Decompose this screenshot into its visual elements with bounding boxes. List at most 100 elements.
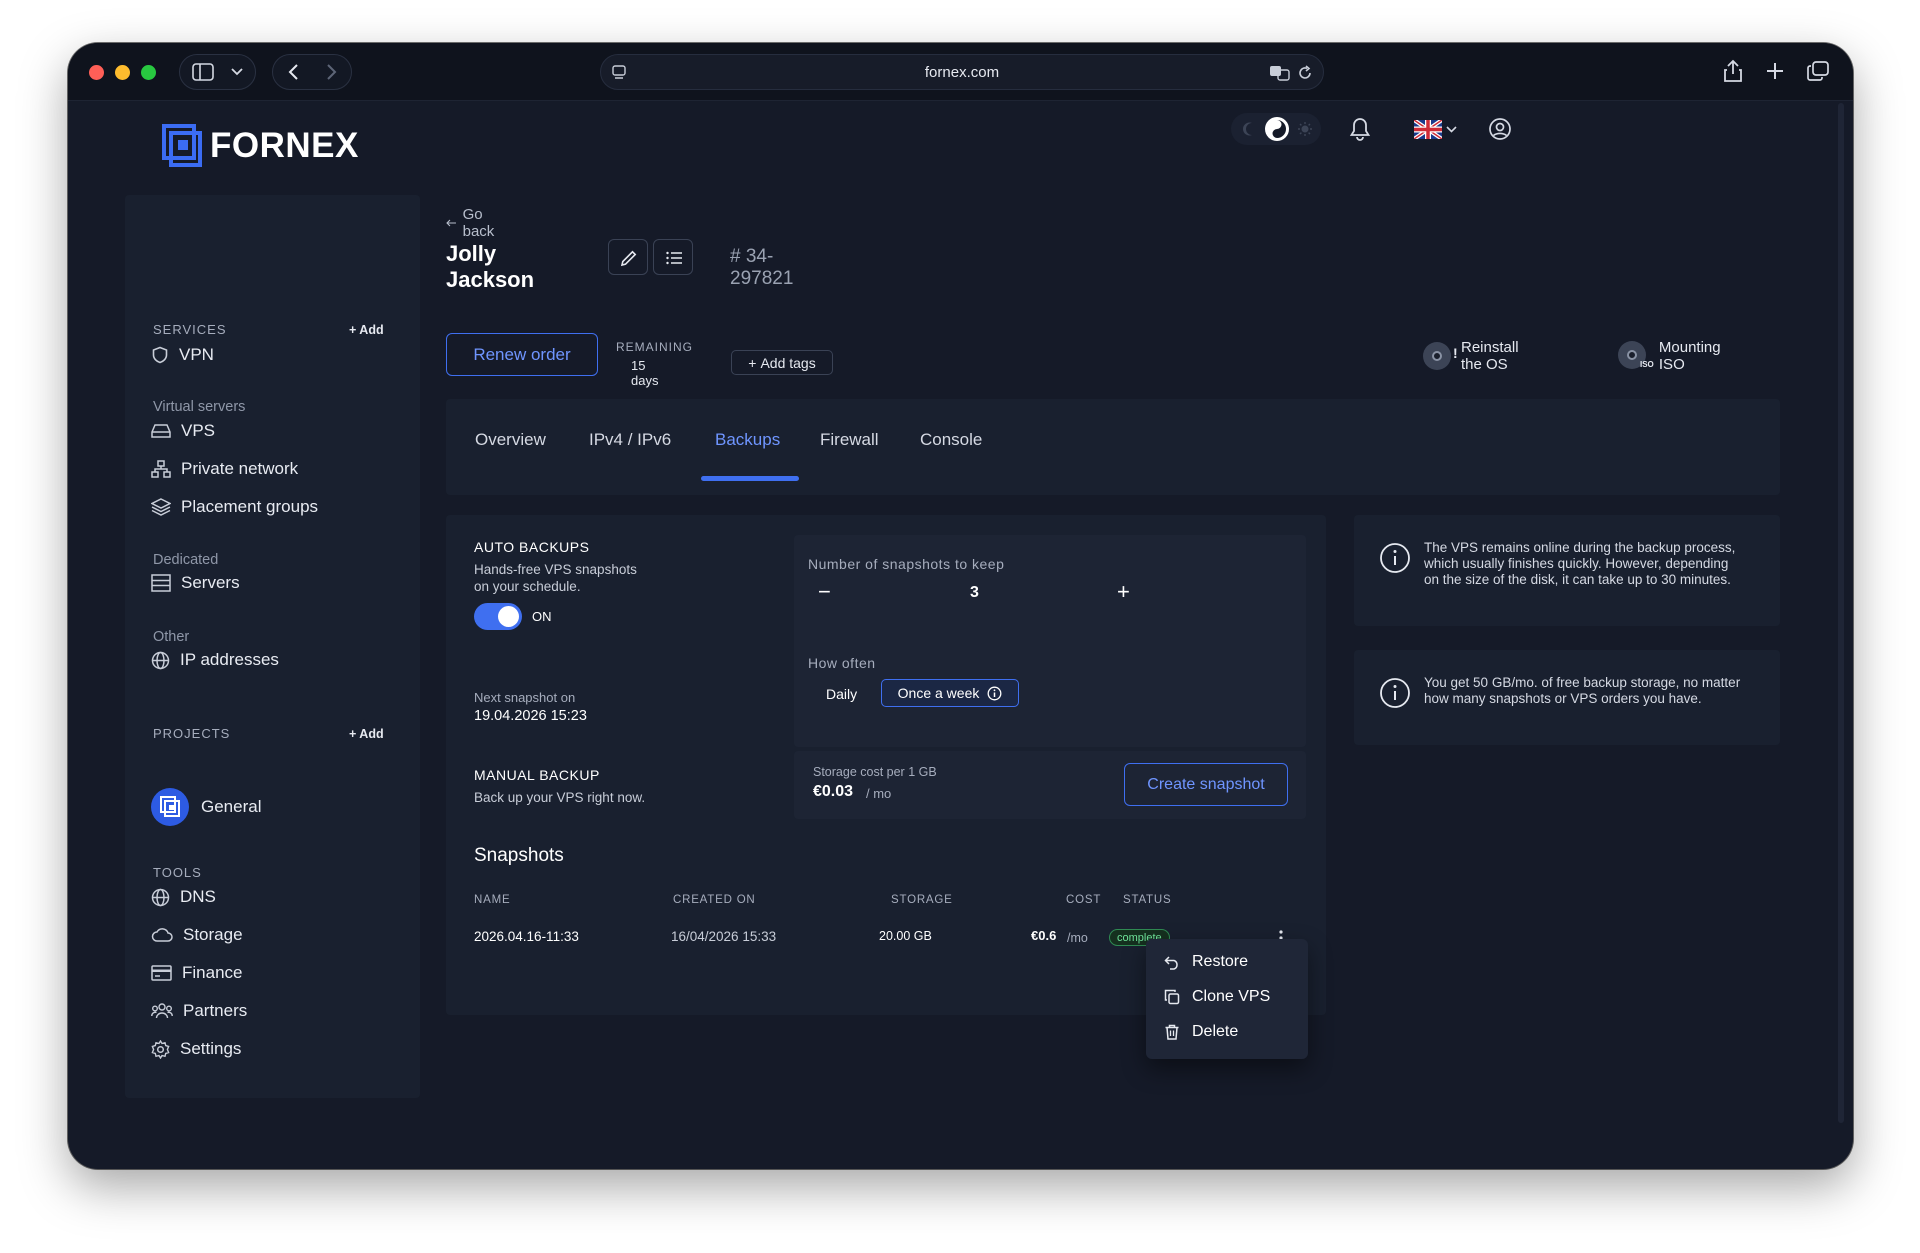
- user-account-icon[interactable]: [1488, 117, 1512, 141]
- menu-item-clone-vps[interactable]: Clone VPS: [1164, 988, 1270, 1006]
- snapshot-cost: €0.6: [1031, 928, 1057, 943]
- info-icon[interactable]: [987, 686, 1002, 701]
- tab-ipv4-ipv6[interactable]: IPv4 / IPv6: [589, 430, 671, 450]
- sidebar-item-partners[interactable]: Partners: [151, 1001, 247, 1021]
- share-icon[interactable]: [1723, 59, 1743, 83]
- sidebar-item-label: Settings: [180, 1039, 242, 1058]
- manual-backup-desc: Back up your VPS right now.: [474, 790, 646, 805]
- add-tags-button[interactable]: + Add tags: [731, 350, 833, 375]
- sidebar-services-heading: SERVICES: [153, 322, 227, 337]
- sidebar-item-dns[interactable]: DNS: [151, 887, 216, 907]
- frequency-daily-option[interactable]: Daily: [826, 686, 857, 702]
- schedule-panel: Number of snapshots to keep − 3 + How of…: [794, 535, 1306, 747]
- sidebar-item-private-network[interactable]: Private network: [151, 459, 298, 479]
- sidebar-item-label: Private network: [181, 459, 299, 478]
- plus-icon: +: [748, 354, 757, 371]
- chevron-down-icon[interactable]: [231, 68, 243, 76]
- language-chevron-icon[interactable]: [1446, 126, 1457, 133]
- shield-icon: [152, 346, 168, 364]
- users-icon: [151, 1003, 173, 1019]
- add-service-button[interactable]: + Add: [349, 323, 384, 337]
- arrow-left-icon: [446, 219, 456, 227]
- sidebar-virtual-servers-heading: Virtual servers: [153, 399, 246, 415]
- tab-backups[interactable]: Backups: [715, 430, 780, 450]
- remaining-label: REMAINING: [616, 340, 694, 354]
- how-often-label: How often: [808, 655, 876, 671]
- minimize-window-button[interactable]: [115, 65, 130, 80]
- browser-window: fornex.com FORNEX SERVICES + Add VPN Vir…: [68, 43, 1853, 1169]
- sidebar-item-finance[interactable]: Finance: [151, 963, 242, 983]
- sidebar-icon[interactable]: [192, 63, 214, 81]
- edit-name-button[interactable]: [608, 239, 648, 275]
- go-back-link[interactable]: Go back: [446, 206, 500, 240]
- tab-overview[interactable]: Overview: [475, 430, 546, 450]
- sidebar-projects-heading: PROJECTS: [153, 726, 231, 741]
- reinstall-os-button[interactable]: ! Reinstall the OS: [1423, 339, 1527, 373]
- sidebar-item-project-general[interactable]: General: [151, 788, 261, 826]
- translate-icon[interactable]: [1269, 65, 1291, 81]
- sidebar-item-servers[interactable]: Servers: [151, 573, 240, 593]
- sidebar-toggle-group[interactable]: [179, 54, 256, 90]
- snapshots-keep-value[interactable]: 3: [970, 584, 979, 602]
- theme-switcher[interactable]: [1231, 113, 1321, 145]
- snapshot-name: 2026.04.16-11:33: [474, 929, 579, 944]
- sidebar-item-ip-addresses[interactable]: IP addresses: [151, 650, 279, 670]
- sidebar-item-settings[interactable]: Settings: [151, 1039, 241, 1059]
- moon-icon[interactable]: [1241, 121, 1257, 137]
- info-card-duration-text: The VPS remains online during the backup…: [1424, 540, 1736, 587]
- auto-backups-toggle-state: ON: [532, 609, 552, 624]
- auto-backups-toggle[interactable]: [474, 603, 522, 630]
- add-project-button[interactable]: + Add: [349, 727, 384, 741]
- auto-backups-desc-2: on your schedule.: [474, 579, 581, 594]
- project-icon: [151, 788, 189, 826]
- server-drive-icon: [151, 424, 171, 438]
- create-snapshot-button[interactable]: Create snapshot: [1124, 763, 1288, 806]
- gear-icon: [151, 1039, 170, 1059]
- back-arrow-icon[interactable]: [287, 63, 299, 81]
- fornex-logo[interactable]: FORNEX: [162, 124, 359, 168]
- copy-icon: [1164, 989, 1180, 1005]
- details-list-button[interactable]: [653, 239, 693, 275]
- tab-firewall[interactable]: Firewall: [820, 430, 879, 450]
- sidebar-item-label: Placement groups: [181, 497, 319, 516]
- increment-button[interactable]: +: [1117, 579, 1130, 605]
- frequency-weekly-option[interactable]: Once a week: [881, 679, 1019, 707]
- mounting-iso-button[interactable]: ISO Mounting ISO: [1618, 339, 1730, 373]
- reload-icon[interactable]: [1297, 65, 1313, 81]
- theme-auto-icon[interactable]: [1265, 117, 1289, 141]
- renew-order-button[interactable]: Renew order: [446, 333, 598, 376]
- sidebar-item-label: IP addresses: [180, 650, 279, 669]
- layers-icon: [151, 498, 171, 516]
- reinstall-os-label: Reinstall the OS: [1461, 339, 1519, 373]
- tab-console[interactable]: Console: [920, 430, 982, 450]
- menu-item-restore[interactable]: Restore: [1164, 953, 1248, 971]
- page-title: Jolly Jackson: [446, 241, 535, 292]
- sidebar-item-label: VPN: [179, 345, 214, 364]
- uk-flag-icon[interactable]: [1414, 120, 1442, 139]
- menu-item-delete[interactable]: Delete: [1164, 1023, 1238, 1041]
- storage-cost-unit: / mo: [866, 786, 892, 801]
- bell-icon[interactable]: [1349, 117, 1371, 141]
- sidebar-item-label: Partners: [183, 1001, 248, 1020]
- sidebar-item-label: Storage: [183, 925, 243, 944]
- sidebar-dedicated-heading: Dedicated: [153, 552, 219, 568]
- decrement-button[interactable]: −: [818, 579, 831, 605]
- zoom-window-button[interactable]: [141, 65, 156, 80]
- sidebar-item-storage[interactable]: Storage: [151, 925, 243, 945]
- sidebar-item-vps[interactable]: VPS: [151, 421, 215, 441]
- sidebar-item-label: VPS: [181, 421, 216, 440]
- sidebar-item-vpn[interactable]: VPN: [151, 345, 214, 365]
- close-window-button[interactable]: [89, 65, 104, 80]
- manual-backup-title: MANUAL BACKUP: [474, 767, 600, 783]
- sidebar-tools-heading: TOOLS: [153, 865, 202, 880]
- forward-arrow-icon[interactable]: [326, 63, 338, 81]
- new-tab-icon[interactable]: [1766, 62, 1784, 80]
- sidebar-item-placement-groups[interactable]: Placement groups: [151, 497, 318, 517]
- sidebar: SERVICES + Add VPN Virtual servers VPS P…: [125, 195, 420, 1098]
- mounting-iso-label: Mounting ISO: [1658, 339, 1721, 373]
- sun-icon[interactable]: [1297, 121, 1313, 137]
- address-bar[interactable]: fornex.com: [600, 54, 1324, 90]
- storage-cost-value: €0.03: [813, 783, 854, 800]
- page-scrollbar[interactable]: [1838, 103, 1844, 1123]
- tab-overview-icon[interactable]: [1807, 61, 1829, 81]
